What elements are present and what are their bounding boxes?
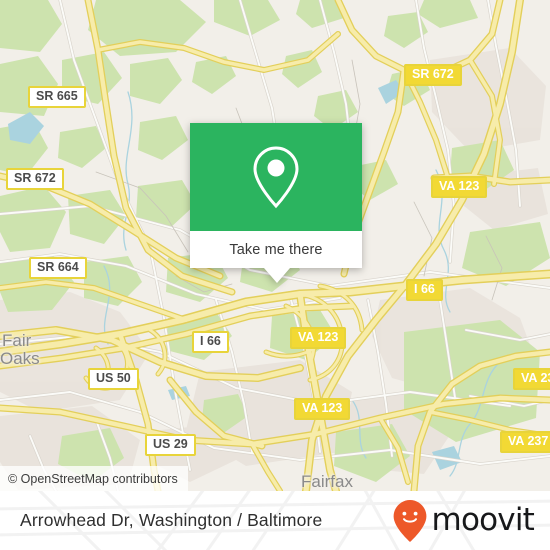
road-shield: VA 123 (290, 327, 347, 349)
map-viewport[interactable]: .rd-case { fill:none; stroke:#e3cf5a; st… (0, 0, 550, 491)
road-shield-label: US 50 (96, 371, 131, 385)
road-shield: I 66 (192, 331, 229, 353)
road-shield-label: US 29 (153, 437, 188, 451)
location-title: Arrowhead Dr, Washington / Baltimore (20, 510, 323, 530)
road-shield: VA 123 (294, 398, 351, 420)
popup-action-bar[interactable]: Take me there (190, 231, 362, 268)
map-attribution[interactable]: © OpenStreetMap contributors (0, 466, 188, 491)
place-label: Fair (2, 331, 32, 350)
road-shield-label: VA 123 (302, 401, 343, 415)
road-shield: US 50 (88, 368, 139, 390)
road-shield: VA 123 (431, 176, 488, 198)
road-shield: SR 664 (29, 257, 87, 279)
road-shield-label: VA 237 (508, 434, 549, 448)
road-shield-label: VA 237 (521, 371, 550, 385)
road-shield-label: SR 672 (412, 67, 454, 81)
attribution-text: © OpenStreetMap contributors (8, 471, 178, 486)
road-shield: SR 672 (404, 64, 462, 86)
popup-header (190, 123, 362, 231)
popup-tail-triangle (264, 268, 290, 283)
road-shield: VA 237 (513, 368, 550, 390)
moovit-pin-smiley-icon (393, 499, 426, 542)
road-shield: SR 672 (6, 168, 64, 190)
road-shield-label: I 66 (200, 334, 221, 348)
road-shield-label: VA 123 (439, 179, 480, 193)
take-me-there-label: Take me there (229, 241, 323, 258)
road-shield-label: SR 665 (36, 89, 78, 103)
moovit-brand[interactable]: moovit (392, 491, 535, 550)
place-label: Fairfax (301, 472, 353, 491)
road-shield-label: VA 123 (298, 330, 339, 344)
road-shield: US 29 (145, 434, 196, 456)
moovit-map-screen: .rd-case { fill:none; stroke:#e3cf5a; st… (0, 0, 550, 550)
take-me-there-popup[interactable]: Take me there (190, 123, 362, 283)
road-shield: SR 665 (28, 86, 86, 108)
road-shield-label: SR 664 (37, 260, 79, 274)
footer-bar: Arrowhead Dr, Washington / Baltimore moo… (0, 491, 550, 550)
map-pin-icon (253, 146, 299, 209)
moovit-wordmark: moovit (431, 502, 535, 538)
road-shield-label: SR 672 (14, 171, 56, 185)
road-shield-label: I 66 (414, 282, 435, 296)
place-label: Oaks (0, 349, 40, 368)
road-shield: I 66 (406, 279, 443, 301)
road-shield: VA 237 (500, 431, 550, 453)
